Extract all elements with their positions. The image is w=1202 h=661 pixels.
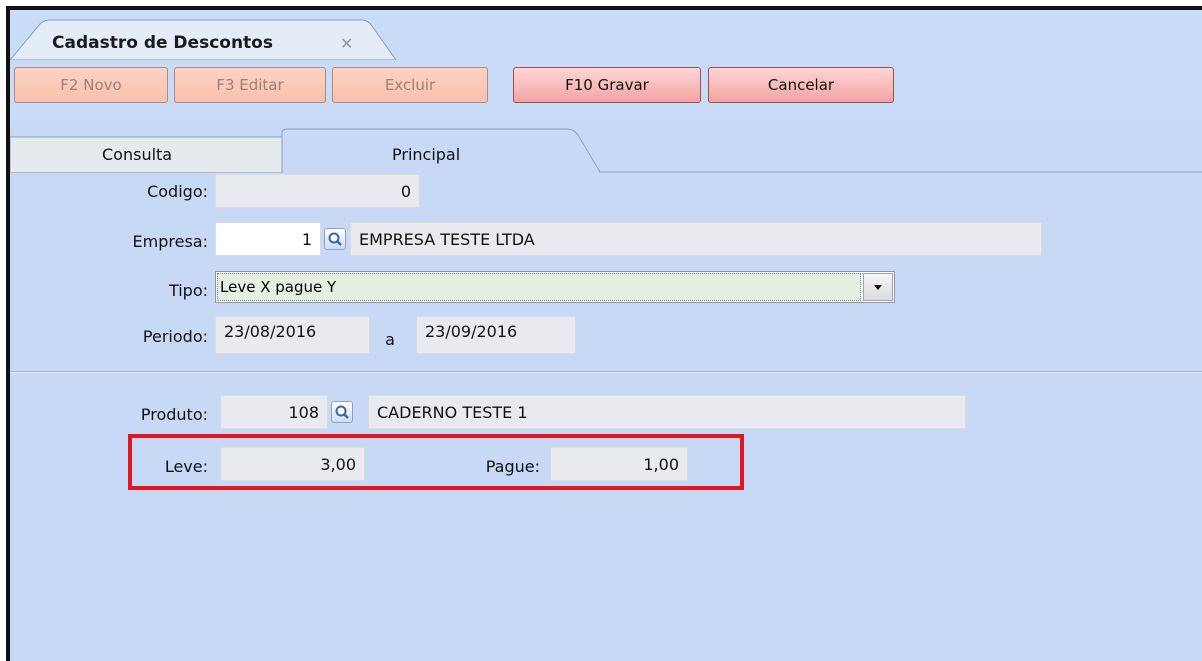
codigo-value: 0: [400, 181, 411, 201]
highlight-annotation-box: [128, 434, 744, 490]
window-title: Cadastro de Descontos: [52, 33, 273, 53]
tipo-select-value-box: Leve X pague Y: [217, 273, 861, 301]
codigo-field[interactable]: 0: [215, 174, 420, 208]
periodo-end-field[interactable]: 23/09/2016: [416, 316, 576, 354]
tipo-value: Leve X pague Y: [220, 278, 337, 296]
tab-consulta[interactable]: Consulta: [102, 145, 172, 164]
empresa-id-field[interactable]: 1: [215, 222, 321, 256]
tipo-select[interactable]: Leve X pague Y: [215, 271, 895, 303]
produto-name-field: CADERNO TESTE 1: [368, 395, 966, 429]
magnifier-icon: [335, 405, 349, 419]
tab-principal[interactable]: Principal: [392, 145, 460, 164]
empresa-label: Empresa:: [132, 232, 208, 251]
codigo-label: Codigo:: [147, 182, 208, 201]
tipo-dropdown-button[interactable]: [863, 273, 893, 301]
produto-name-value: CADERNO TESTE 1: [377, 402, 528, 422]
periodo-start-value: 23/08/2016: [224, 322, 317, 341]
empresa-id-value: 1: [301, 229, 312, 249]
produto-id-value: 108: [288, 402, 319, 422]
delete-button[interactable]: Excluir: [332, 67, 488, 103]
section-divider: [10, 372, 1202, 373]
periodo-start-field[interactable]: 23/08/2016: [215, 316, 370, 354]
produto-label: Produto:: [140, 405, 208, 424]
produto-lookup-button[interactable]: [331, 401, 353, 423]
page-tabs-shape: [10, 128, 1202, 173]
magnifier-icon: [328, 232, 342, 246]
periodo-end-value: 23/09/2016: [425, 322, 518, 341]
cancel-button[interactable]: Cancelar: [708, 67, 894, 103]
tipo-label: Tipo:: [168, 281, 208, 300]
document-tab[interactable]: Cadastro de Descontos ✕: [10, 10, 400, 60]
document-tab-strip: Cadastro de Descontos ✕: [10, 10, 1202, 60]
save-button[interactable]: F10 Gravar: [513, 67, 701, 103]
produto-id-field[interactable]: 108: [220, 395, 328, 429]
periodo-separator: a: [385, 330, 395, 349]
edit-button[interactable]: F3 Editar: [174, 67, 326, 103]
toolbar: F2 Novo F3 Editar Excluir F10 Gravar Can…: [10, 60, 1202, 123]
app-window: Cadastro de Descontos ✕ F2 Novo F3 Edita…: [6, 6, 1202, 661]
empresa-lookup-button[interactable]: [324, 228, 346, 250]
close-icon[interactable]: ✕: [340, 34, 353, 53]
new-button[interactable]: F2 Novo: [14, 67, 168, 103]
page-tabs: Consulta Principal: [10, 123, 1202, 173]
periodo-label: Periodo:: [142, 327, 208, 346]
empresa-name-value: EMPRESA TESTE LTDA: [359, 229, 535, 249]
empresa-name-field: EMPRESA TESTE LTDA: [350, 222, 1042, 256]
chevron-down-icon: [874, 285, 882, 290]
